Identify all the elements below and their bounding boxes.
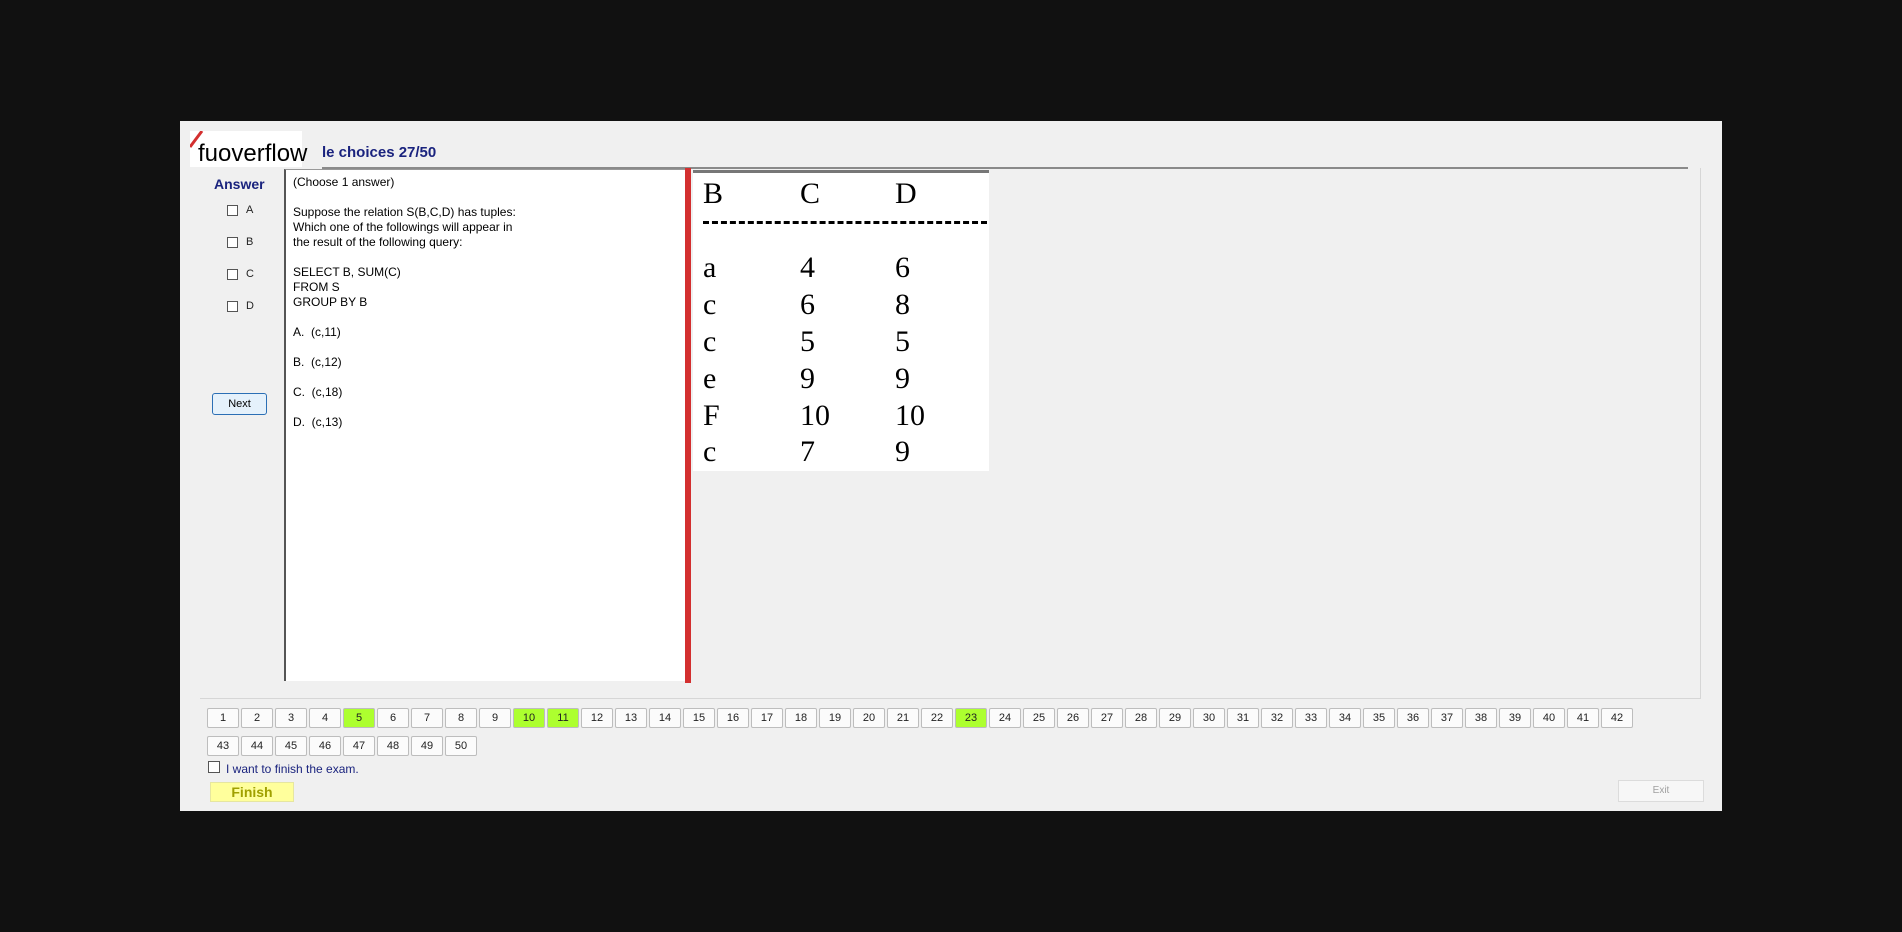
table-cell: 9 <box>895 362 910 395</box>
question-nav-button[interactable]: 31 <box>1227 708 1259 728</box>
option-a-label: A <box>246 204 254 216</box>
question-nav-button[interactable]: 33 <box>1295 708 1327 728</box>
panel-divider[interactable] <box>685 168 691 683</box>
question-nav-button[interactable]: 23 <box>955 708 987 728</box>
table-cell: c <box>703 435 717 468</box>
question-nav-button[interactable]: 4 <box>309 708 341 728</box>
question-nav-button[interactable]: 3 <box>275 708 307 728</box>
question-nav-button[interactable]: 5 <box>343 708 375 728</box>
question-nav-button[interactable]: 34 <box>1329 708 1361 728</box>
relation-table-image: B C D a 4 6 c 6 8 c 5 5 e 9 9 F 10 10 c … <box>693 170 989 471</box>
option-d-label: D <box>246 300 254 312</box>
table-cell: a <box>703 251 717 284</box>
question-nav-button[interactable]: 29 <box>1159 708 1191 728</box>
table-header-b: B <box>703 177 724 210</box>
table-header-d: D <box>895 177 917 210</box>
table-cell: F <box>703 399 720 432</box>
question-nav-button[interactable]: 22 <box>921 708 953 728</box>
question-nav-button[interactable]: 25 <box>1023 708 1055 728</box>
table-cell: 6 <box>895 251 910 284</box>
logo-text: fuoverflow <box>198 140 308 167</box>
option-c[interactable]: C <box>227 268 254 280</box>
option-a[interactable]: A <box>227 204 253 216</box>
option-b-label: B <box>246 236 254 248</box>
question-nav-button[interactable]: 6 <box>377 708 409 728</box>
question-nav-button[interactable]: 27 <box>1091 708 1123 728</box>
question-nav-button[interactable]: 47 <box>343 736 375 756</box>
question-nav-button[interactable]: 30 <box>1193 708 1225 728</box>
table-cell: 7 <box>800 435 815 468</box>
table-cell: 6 <box>800 288 815 321</box>
question-nav-button[interactable]: 20 <box>853 708 885 728</box>
question-nav-button[interactable]: 28 <box>1125 708 1157 728</box>
question-nav-button[interactable]: 38 <box>1465 708 1497 728</box>
question-nav-button[interactable]: 15 <box>683 708 715 728</box>
question-nav-button[interactable]: 9 <box>479 708 511 728</box>
table-cell: 5 <box>895 325 910 358</box>
question-nav-button[interactable]: 10 <box>513 708 545 728</box>
option-d[interactable]: D <box>227 300 254 312</box>
question-nav-button[interactable]: 43 <box>207 736 239 756</box>
question-nav-button[interactable]: 50 <box>445 736 477 756</box>
option-c-label: C <box>246 268 254 280</box>
option-b[interactable]: B <box>227 236 253 248</box>
question-nav-button[interactable]: 36 <box>1397 708 1429 728</box>
table-cell: 8 <box>895 288 910 321</box>
question-nav-button[interactable]: 2 <box>241 708 273 728</box>
logo: fuoverflow <box>190 131 307 167</box>
table-cell: 10 <box>800 399 830 432</box>
question-text: (Choose 1 answer) Suppose the relation S… <box>293 175 516 429</box>
question-nav-button[interactable]: 39 <box>1499 708 1531 728</box>
question-nav-button[interactable]: 45 <box>275 736 307 756</box>
question-nav-button[interactable]: 35 <box>1363 708 1395 728</box>
page-title: le choices 27/50 <box>322 144 437 161</box>
question-nav-button[interactable]: 17 <box>751 708 783 728</box>
option-d-checkbox[interactable] <box>227 300 238 312</box>
question-nav-button[interactable]: 16 <box>717 708 749 728</box>
question-nav-button[interactable]: 24 <box>989 708 1021 728</box>
finish-confirm-checkbox[interactable] <box>208 761 220 773</box>
question-nav-button[interactable]: 1 <box>207 708 239 728</box>
table-header-c: C <box>800 177 821 210</box>
table-cell: e <box>703 362 717 395</box>
question-nav-button[interactable]: 46 <box>309 736 341 756</box>
question-nav-button[interactable]: 13 <box>615 708 647 728</box>
question-nav-button[interactable]: 42 <box>1601 708 1633 728</box>
question-nav-button[interactable]: 44 <box>241 736 273 756</box>
option-c-checkbox[interactable] <box>227 268 238 280</box>
question-nav-button[interactable]: 11 <box>547 708 579 728</box>
question-nav-button[interactable]: 41 <box>1567 708 1599 728</box>
question-nav-button[interactable]: 18 <box>785 708 817 728</box>
table-cell: 9 <box>800 362 815 395</box>
table-cell: c <box>703 325 717 358</box>
table-cell: 9 <box>895 435 910 468</box>
finish-button[interactable]: Finish <box>210 782 294 802</box>
finish-confirm-label: I want to finish the exam. <box>226 762 359 776</box>
question-nav-button[interactable]: 49 <box>411 736 443 756</box>
question-panel: (Choose 1 answer) Suppose the relation S… <box>284 169 686 681</box>
table-cell: c <box>703 288 717 321</box>
question-nav-button[interactable]: 12 <box>581 708 613 728</box>
answer-label: Answer <box>214 176 265 192</box>
question-nav-button[interactable]: 32 <box>1261 708 1293 728</box>
exam-window: fuoverflow le choices 27/50 Answer A B C… <box>180 121 1722 811</box>
next-button[interactable]: Next <box>212 393 267 415</box>
question-nav-button[interactable]: 14 <box>649 708 681 728</box>
option-a-checkbox[interactable] <box>227 204 238 216</box>
question-nav-button[interactable]: 8 <box>445 708 477 728</box>
table-cell: 5 <box>800 325 815 358</box>
question-nav-button[interactable]: 19 <box>819 708 851 728</box>
question-nav-button[interactable]: 7 <box>411 708 443 728</box>
table-cell: 10 <box>895 399 925 432</box>
question-nav-button[interactable]: 26 <box>1057 708 1089 728</box>
table-cell: 4 <box>800 251 815 284</box>
question-nav-button[interactable]: 21 <box>887 708 919 728</box>
question-nav-button[interactable]: 40 <box>1533 708 1565 728</box>
question-nav-button[interactable]: 48 <box>377 736 409 756</box>
exit-button[interactable]: Exit <box>1618 780 1704 802</box>
option-b-checkbox[interactable] <box>227 236 238 248</box>
table-separator <box>703 221 987 224</box>
question-nav-button[interactable]: 37 <box>1431 708 1463 728</box>
